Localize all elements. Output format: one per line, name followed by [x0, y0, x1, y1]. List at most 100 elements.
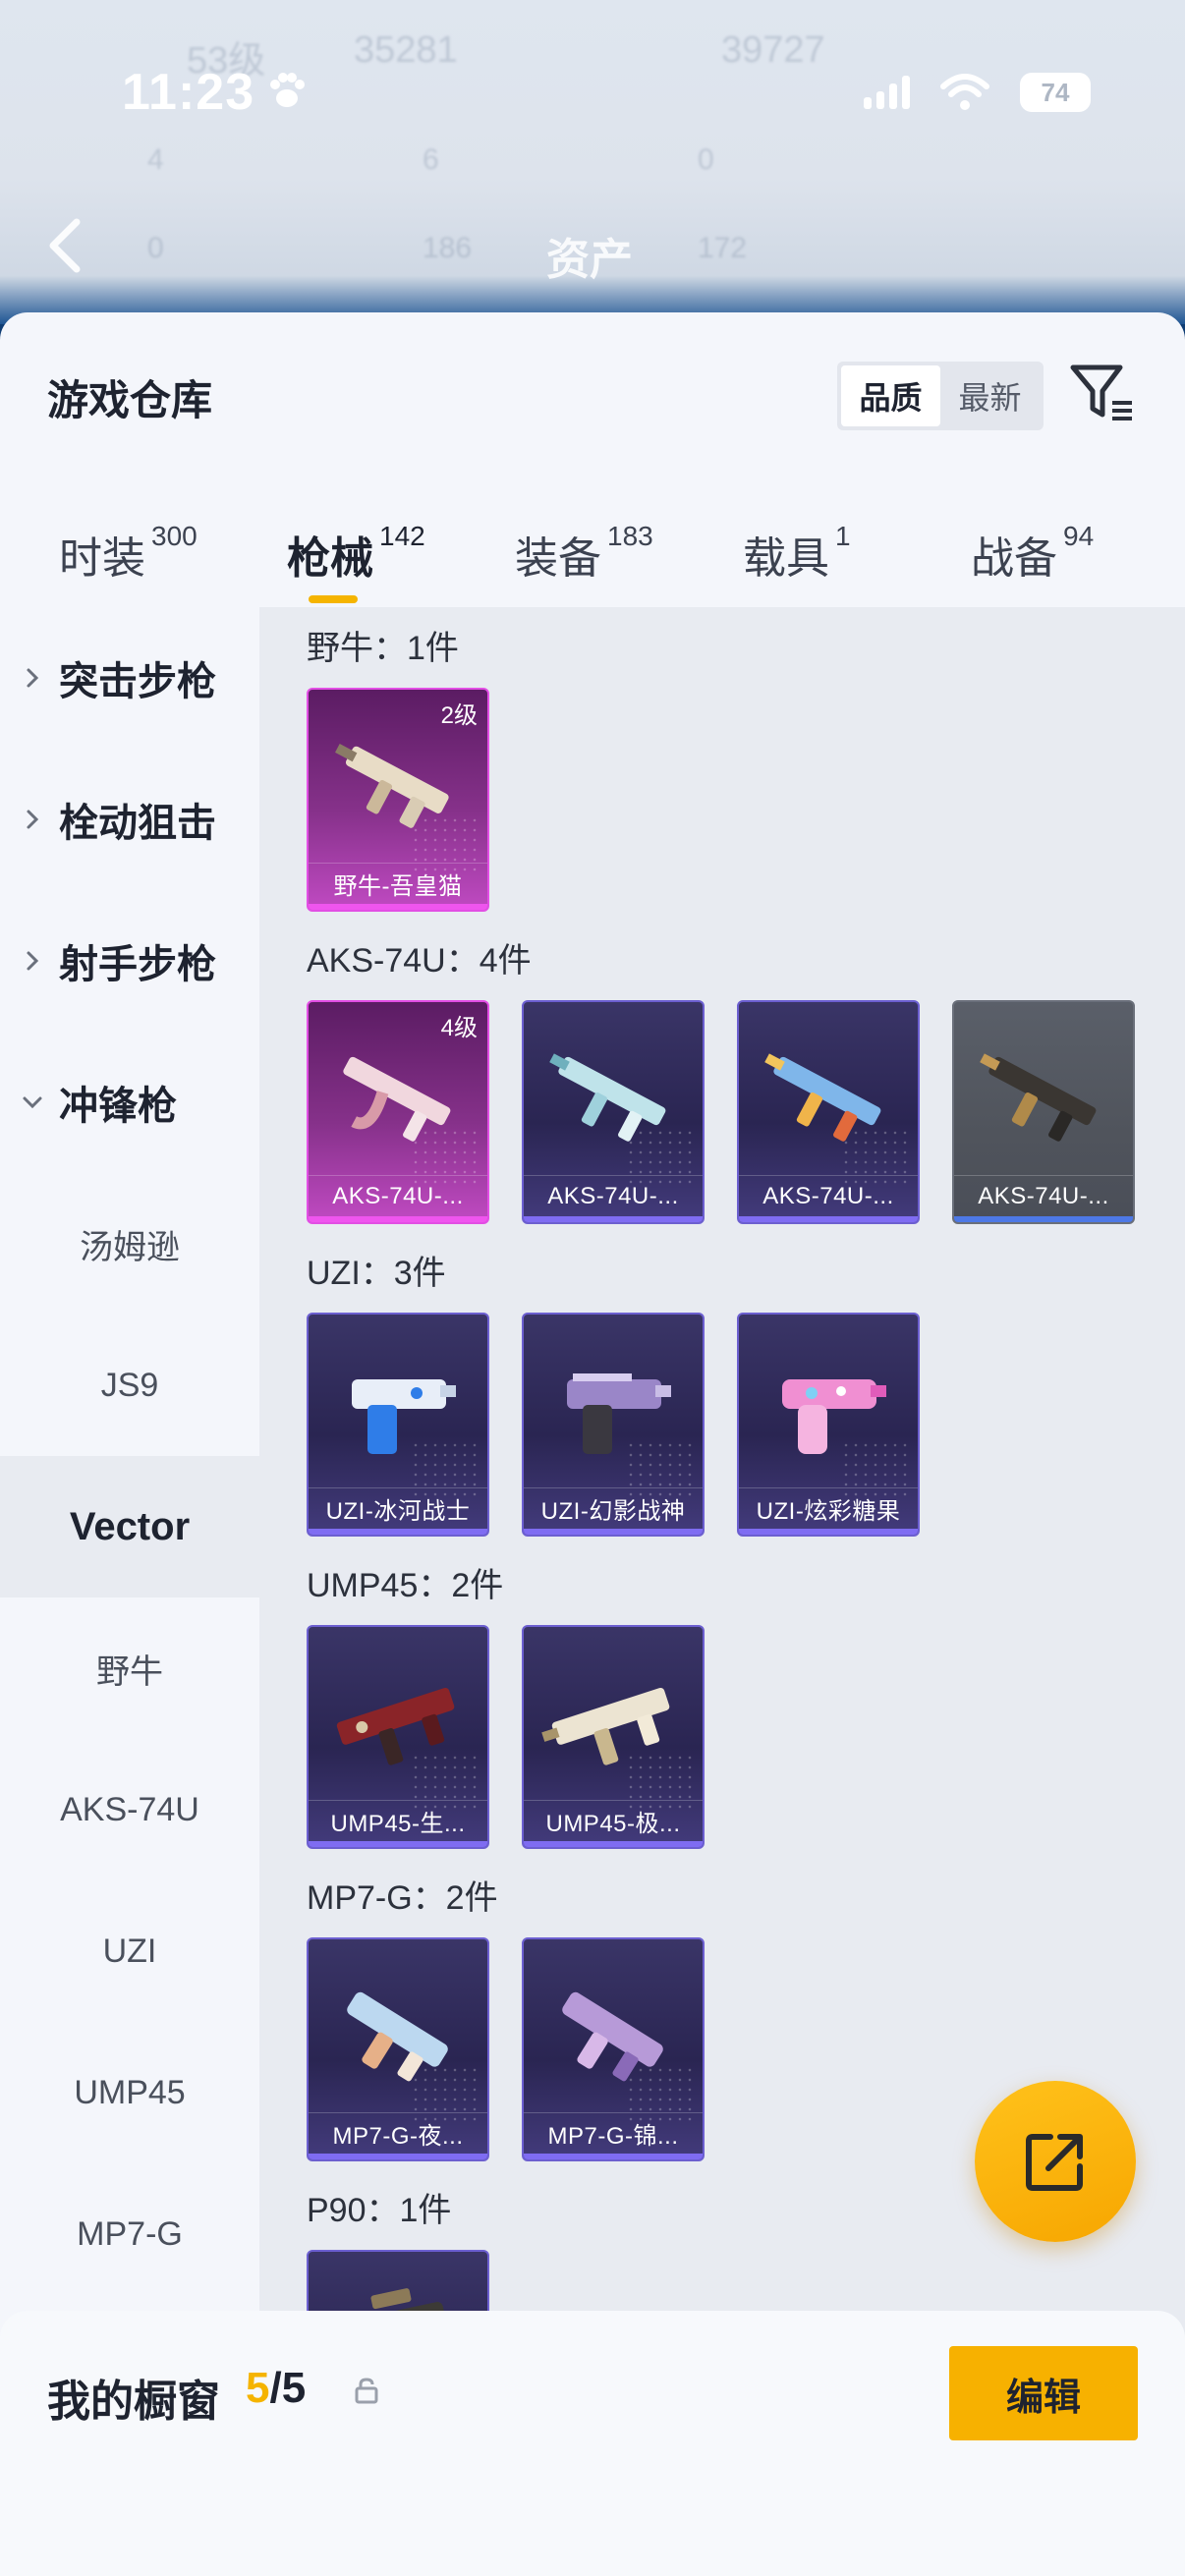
weapon-card[interactable]: AKS-74U-...: [522, 1000, 705, 1224]
smg-skin-icon: [562, 1991, 663, 2082]
weapon-card[interactable]: UZI-冰河战士: [307, 1313, 489, 1537]
tab-supplies[interactable]: 战备 94: [971, 521, 1094, 586]
rarity-bar: [954, 1216, 1133, 1222]
sidebar-item-thompson[interactable]: 汤姆逊: [0, 1173, 259, 1315]
smg-skin-icon: [352, 1379, 456, 1454]
smg-skin-icon: [343, 1056, 451, 1142]
rarity-bar: [309, 904, 487, 910]
weapon-name: MP7-G-夜...: [309, 2112, 487, 2154]
weapon-card[interactable]: UZI-幻影战神: [522, 1313, 705, 1537]
rarity-bar: [524, 1841, 703, 1847]
ghost-c1: 4: [147, 143, 164, 176]
filter-icon[interactable]: [1069, 362, 1136, 426]
smg-skin-icon: [549, 1053, 666, 1142]
rarity-bar: [524, 1529, 703, 1535]
tab-vehicles[interactable]: 载具 1: [743, 521, 851, 586]
weapon-card[interactable]: AKS-74U-...: [952, 1000, 1135, 1224]
rarity-bar: [739, 1216, 918, 1222]
category-bolt-sniper[interactable]: 栓动狙击: [0, 749, 259, 890]
chevron-right-icon: [27, 668, 39, 688]
sidebar-item-mp7g[interactable]: MP7-G: [0, 2163, 259, 2305]
group-title-p90: P90：1件: [307, 2192, 452, 2229]
page-title: 游戏仓库: [47, 377, 213, 423]
rarity-bar: [524, 2154, 703, 2159]
sort-latest-button[interactable]: 最新: [940, 365, 1040, 426]
tab-label: 时装: [59, 534, 145, 583]
sidebar-item-ump45[interactable]: UMP45: [0, 2022, 259, 2163]
chevron-right-icon: [27, 951, 39, 971]
rarity-bar: [739, 1529, 918, 1535]
battery-indicator: 74: [1020, 73, 1091, 112]
tab-label: 枪械: [287, 534, 373, 583]
chevron-down-icon: [23, 1096, 42, 1109]
lock-icon: [355, 2378, 378, 2404]
weapon-name: 野牛-吾皇猫: [309, 863, 487, 904]
ghost-c2: 6: [423, 143, 439, 176]
active-tab-indicator: [309, 595, 358, 603]
sidebar-item-bizon[interactable]: 野牛: [0, 1597, 259, 1739]
weapon-name: MP7-G-锦...: [524, 2112, 703, 2154]
group-title-mp7g: MP7-G：2件: [307, 1879, 498, 1917]
weapon-card[interactable]: UMP45-生...: [307, 1625, 489, 1849]
weapon-name: UMP45-极...: [524, 1800, 703, 1841]
weapon-card[interactable]: UMP45-极...: [522, 1625, 705, 1849]
status-time: 11:23: [122, 64, 255, 121]
category-label: 栓动狙击: [59, 802, 216, 845]
ghost-stat-a: 35281: [354, 29, 458, 71]
tab-count: 142: [379, 521, 425, 551]
tab-count: 1: [835, 521, 851, 551]
rarity-bar: [524, 1216, 703, 1222]
smg-skin-icon: [764, 1053, 881, 1142]
share-icon: [1026, 2134, 1083, 2191]
sort-quality-button[interactable]: 品质: [841, 365, 940, 426]
sidebar-item-js9[interactable]: JS9: [0, 1315, 259, 1456]
category-assault-rifle[interactable]: 突击步枪: [0, 607, 259, 749]
rarity-bar: [309, 2154, 487, 2159]
background-header: 53级 35281 39727 4 6 0 0 186 172 11:23 74…: [0, 0, 1185, 324]
weapon-name: AKS-74U-...: [309, 1175, 487, 1216]
smg-skin-icon: [567, 1373, 671, 1454]
smg-skin-icon: [336, 1687, 455, 1765]
tab-label: 战备: [971, 534, 1057, 583]
chevron-right-icon: [27, 810, 39, 829]
weapon-card[interactable]: AKS-74U-...: [737, 1000, 920, 1224]
category-label: 射手步枪: [59, 943, 216, 986]
category-label: 突击步枪: [59, 660, 216, 703]
share-button[interactable]: [975, 2081, 1136, 2242]
tab-count: 183: [607, 521, 653, 551]
tab-guns[interactable]: 枪械 142: [287, 521, 425, 586]
weapon-name: AKS-74U-...: [739, 1175, 918, 1216]
weapon-name: UZI-冰河战士: [309, 1487, 487, 1529]
warehouse-sheet: 游戏仓库 品质 最新 时装 300 枪械 142 装备 183 载具 1 战备 …: [0, 312, 1185, 2576]
category-label: 冲锋枪: [59, 1085, 177, 1128]
weapon-card[interactable]: UZI-炫彩糖果: [737, 1313, 920, 1537]
sidebar-item-uzi[interactable]: UZI: [0, 1880, 259, 2022]
chevron-left-icon[interactable]: [45, 216, 85, 275]
weapon-card[interactable]: 2级 野牛-吾皇猫: [307, 688, 489, 912]
showcase-count: 5/5: [246, 2364, 306, 2413]
rarity-bar: [309, 1841, 487, 1847]
category-smg[interactable]: 冲锋枪: [0, 1032, 259, 1173]
edit-button[interactable]: 编辑: [949, 2346, 1138, 2440]
tab-label: 载具: [743, 534, 829, 583]
group-title-ump45: UMP45：2件: [307, 1567, 504, 1604]
smg-skin-icon: [980, 1053, 1097, 1142]
sidebar-item-aks74u[interactable]: AKS-74U: [0, 1739, 259, 1880]
showcase-panel: 我的橱窗 5/5 编辑: [0, 2311, 1185, 2576]
smg-skin-icon: [335, 744, 449, 828]
weapon-category-sidebar: 突击步枪 栓动狙击 射手步枪 冲锋枪 汤姆逊 JS9 Vector 野牛 AKS…: [0, 607, 259, 2376]
tab-fashion[interactable]: 时装 300: [59, 521, 198, 586]
weapon-card[interactable]: MP7-G-锦...: [522, 1937, 705, 2161]
weapon-card[interactable]: 4级 AKS-74U-...: [307, 1000, 489, 1224]
sidebar-item-vector[interactable]: Vector: [0, 1456, 259, 1597]
category-marksman-rifle[interactable]: 射手步枪: [0, 890, 259, 1032]
tab-equipment[interactable]: 装备 183: [515, 521, 653, 586]
weapon-card[interactable]: MP7-G-夜...: [307, 1937, 489, 2161]
weapon-name: AKS-74U-...: [524, 1175, 703, 1216]
smg-skin-icon: [782, 1379, 886, 1454]
rarity-bar: [309, 1216, 487, 1222]
paw-icon: [270, 73, 305, 107]
weapon-name: UMP45-生...: [309, 1800, 487, 1841]
group-title-aks74u: AKS-74U：4件: [307, 942, 532, 980]
showcase-slash: /: [269, 2364, 282, 2412]
